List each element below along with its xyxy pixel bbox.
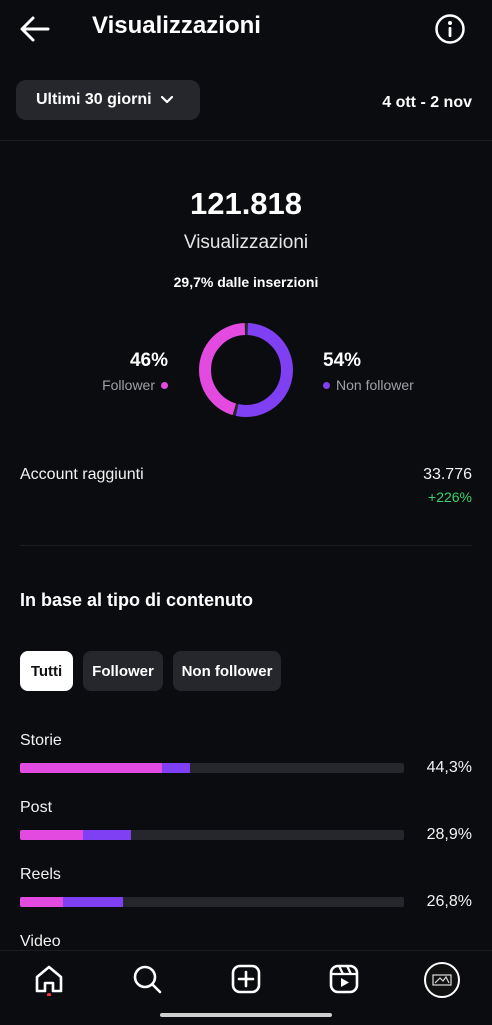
profile-avatar[interactable] [424, 962, 460, 998]
divider [20, 545, 472, 546]
row-pct-post: 28,9% [426, 826, 472, 843]
create-icon[interactable] [229, 962, 263, 996]
profile-logo-icon [432, 974, 452, 986]
row-label-video: Video [20, 933, 61, 950]
info-icon[interactable] [434, 13, 466, 45]
chip-follower[interactable]: Follower [83, 651, 163, 691]
home-icon[interactable] [32, 962, 66, 996]
bar-post-non-follower [83, 830, 131, 840]
accounts-reached-label: Account raggiunti [20, 466, 144, 483]
bar-reels-follower [20, 897, 64, 907]
follower-donut-chart [199, 323, 293, 417]
row-pct-reels: 26,8% [426, 893, 472, 910]
accounts-reached-delta: +226% [428, 489, 472, 505]
chevron-down-icon [160, 95, 173, 104]
views-label: Visualizzazioni [183, 232, 309, 253]
non-follower-dot [323, 381, 330, 389]
row-pct-storie: 44,3% [426, 759, 472, 776]
row-label-reels: Reels [20, 866, 61, 883]
bar-storie-non-follower [162, 763, 191, 773]
non-follower-percent: 54% [323, 350, 362, 371]
follower-legend-label: Follower [102, 377, 155, 393]
ads-share: 29,7% dalle inserzioni [173, 274, 319, 290]
row-label-post: Post [20, 799, 53, 816]
bar-storie [20, 763, 404, 773]
bar-storie-follower [20, 763, 163, 773]
chip-all[interactable]: Tutti [20, 651, 73, 691]
follower-legend: Follower [102, 377, 168, 393]
follower-percent: 46% [129, 350, 168, 371]
bar-reels-non-follower [63, 897, 123, 907]
non-follower-legend: Non follower [323, 377, 414, 393]
bar-reels [20, 897, 404, 907]
section-title: In base al tipo di contenuto [20, 590, 254, 610]
date-range-dropdown[interactable]: Ultimi 30 giorni [16, 80, 200, 120]
chip-non-follower[interactable]: Non follower [173, 651, 281, 691]
page-title: Visualizzazioni [92, 12, 261, 39]
accounts-reached-value: 33.776 [423, 466, 472, 483]
date-range-text: 4 ott - 2 nov [382, 94, 472, 111]
bar-post [20, 830, 404, 840]
follower-dot [161, 381, 168, 389]
bar-post-follower [20, 830, 84, 840]
search-icon[interactable] [130, 962, 164, 996]
row-label-storie: Storie [20, 732, 62, 749]
divider [0, 140, 492, 141]
total-views: 121.818 [189, 186, 303, 221]
non-follower-legend-label: Non follower [336, 377, 414, 393]
header: Visualizzazioni [0, 0, 492, 60]
reels-icon[interactable] [327, 962, 361, 996]
home-indicator [160, 1013, 332, 1017]
date-range-dropdown-label: Ultimi 30 giorni [36, 91, 152, 108]
back-arrow-icon[interactable] [18, 14, 52, 44]
